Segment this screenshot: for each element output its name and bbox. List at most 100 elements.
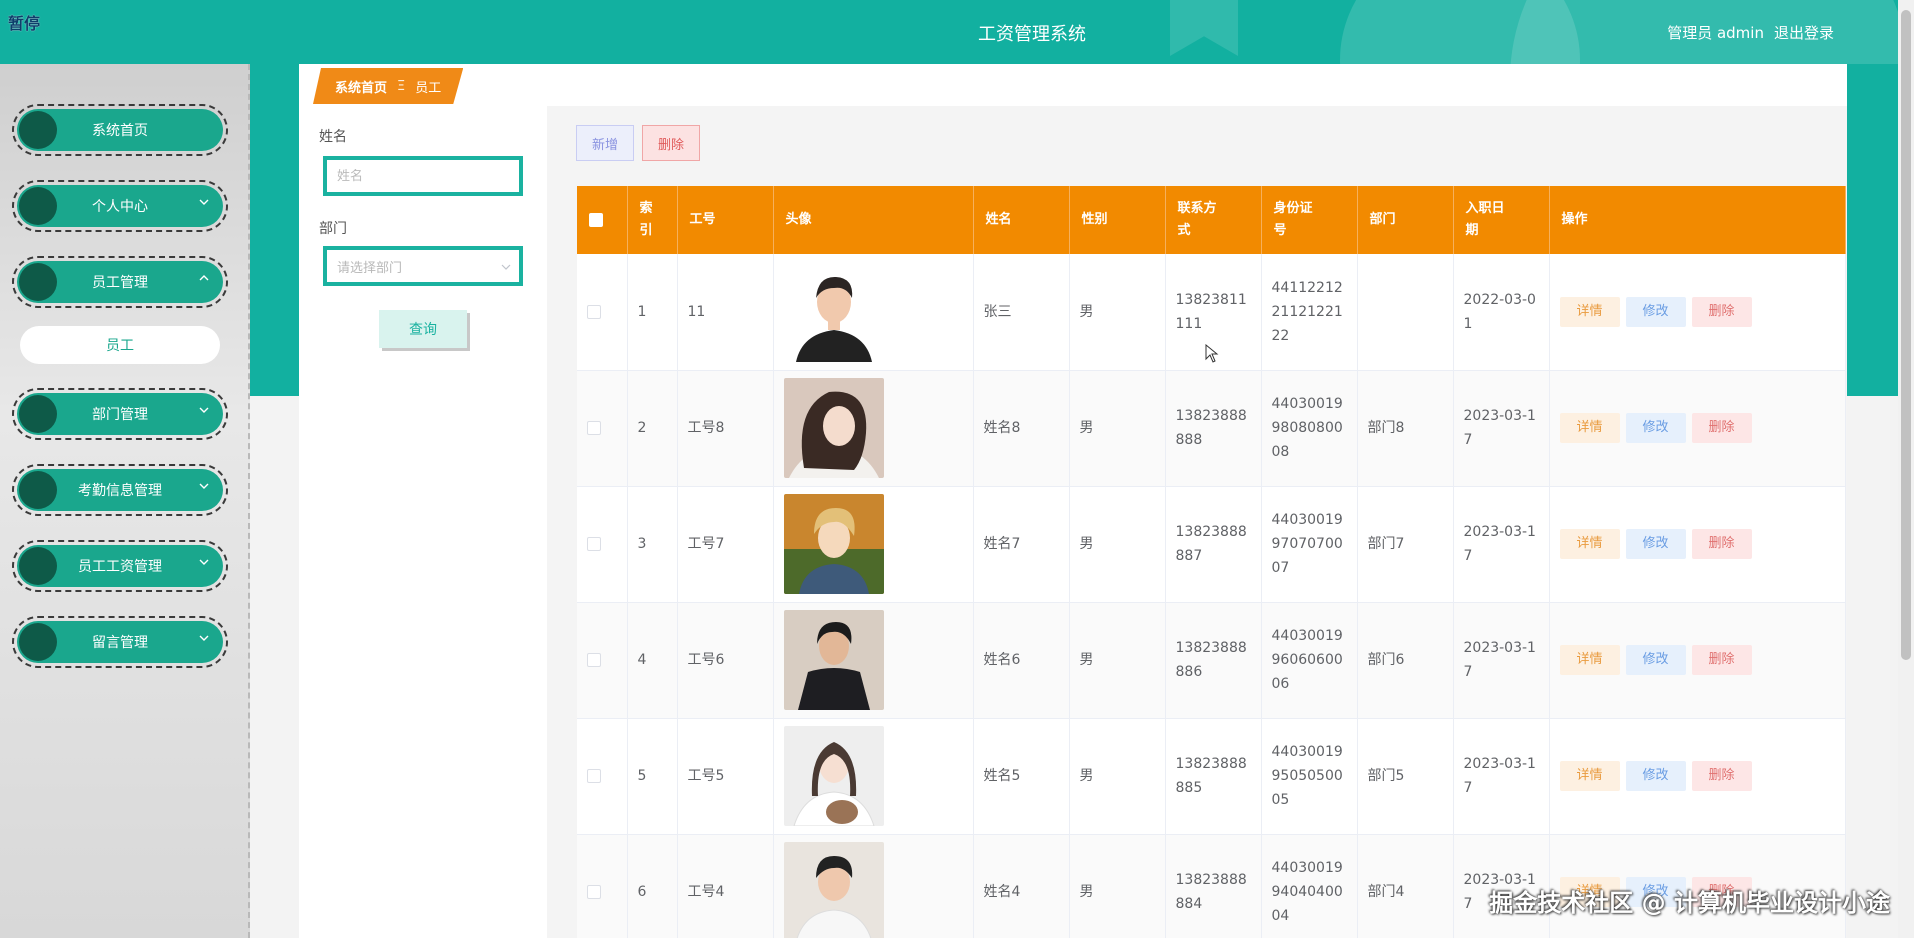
cell-name: 张三 — [973, 254, 1070, 371]
row-checkbox[interactable] — [587, 421, 601, 435]
cell-hire-date: 2023-03-17 — [1453, 370, 1550, 487]
cell-gender: 男 — [1069, 370, 1166, 487]
sidebar-item-label: 个人中心 — [92, 199, 148, 215]
cell-name: 姓名8 — [973, 370, 1070, 487]
page-scrollbar[interactable] — [1898, 0, 1914, 938]
delete-button[interactable]: 删除 — [1691, 645, 1752, 675]
menu-dot-icon — [19, 623, 57, 661]
cell-id-card: 441122122112122122 — [1261, 254, 1358, 371]
cell-gender: 男 — [1069, 254, 1166, 371]
cell-hire-date: 2023-03-17 — [1453, 718, 1550, 835]
column-header-index: 索 引 — [627, 186, 678, 254]
edit-button[interactable]: 修改 — [1625, 529, 1686, 559]
department-select[interactable]: 请选择部门 — [323, 246, 523, 286]
sidebar-item-department-management[interactable]: 部门管理 — [12, 388, 228, 440]
cell-avatar — [773, 718, 974, 835]
chevron-down-icon — [199, 559, 209, 565]
cell-name: 姓名6 — [973, 602, 1070, 719]
row-checkbox[interactable] — [587, 537, 601, 551]
mouse-cursor-icon — [1205, 344, 1219, 363]
row-checkbox[interactable] — [587, 769, 601, 783]
delete-button[interactable]: 删除 — [1691, 413, 1752, 443]
sidebar-item-employee-management[interactable]: 员工管理 — [12, 256, 228, 308]
cell-phone: 13823888885 — [1165, 718, 1262, 835]
cell-gender: 男 — [1069, 718, 1166, 835]
row-checkbox[interactable] — [587, 885, 601, 899]
detail-button[interactable]: 详情 — [1559, 529, 1620, 559]
table-row: 3 工号7 姓名7 男 13823888887 4403001997070700… — [577, 486, 1846, 603]
chevron-up-icon — [199, 275, 209, 281]
cell-phone: 13823888887 — [1165, 486, 1262, 603]
cell-department: 部门8 — [1357, 370, 1454, 487]
name-search-input[interactable] — [337, 168, 497, 184]
edit-button[interactable]: 修改 — [1625, 296, 1686, 327]
app-title: 工资管理系统 — [978, 24, 1086, 45]
detail-button[interactable]: 详情 — [1559, 645, 1620, 675]
logout-button[interactable]: 退出登录 — [1774, 22, 1834, 43]
cell-department: 部门5 — [1357, 718, 1454, 835]
cell-index: 5 — [627, 718, 678, 835]
user-info: 管理员 admin 退出登录 — [1667, 22, 1834, 43]
cell-actions: 详情 修改 删除 — [1549, 254, 1846, 371]
chevron-down-icon — [199, 407, 209, 413]
row-checkbox[interactable] — [587, 653, 601, 667]
sidebar-item-home[interactable]: 系统首页 — [12, 104, 228, 156]
column-header-phone: 联系方 式 — [1165, 186, 1262, 254]
cell-emp-no: 工号4 — [677, 834, 774, 938]
query-button[interactable]: 查询 — [379, 310, 467, 348]
detail-button[interactable]: 详情 — [1559, 413, 1620, 443]
sidebar-subitem-employee[interactable]: 员工 — [20, 326, 220, 364]
add-button[interactable]: 新增 — [576, 125, 634, 161]
cell-avatar — [773, 486, 974, 603]
detail-button[interactable]: 详情 — [1559, 296, 1620, 327]
edit-button[interactable]: 修改 — [1625, 761, 1686, 791]
sidebar-item-message-management[interactable]: 留言管理 — [12, 616, 228, 668]
cell-gender: 男 — [1069, 486, 1166, 603]
avatar — [783, 378, 884, 478]
sidebar-item-label: 员工管理 — [92, 275, 148, 291]
edit-button[interactable]: 修改 — [1625, 645, 1686, 675]
scrollbar-thumb[interactable] — [1901, 10, 1911, 660]
cell-actions: 详情 修改 删除 — [1549, 718, 1846, 835]
cell-id-card: 440300199707070007 — [1261, 486, 1358, 603]
menu-dot-icon — [19, 111, 57, 149]
cell-department — [1357, 254, 1454, 371]
cell-id-card: 440300199808080008 — [1261, 370, 1358, 487]
chevron-down-icon — [199, 483, 209, 489]
avatar — [783, 726, 884, 826]
select-all-header[interactable] — [577, 186, 628, 254]
edit-button[interactable]: 修改 — [1625, 413, 1686, 443]
column-header-department: 部门 — [1357, 186, 1454, 254]
sidebar-item-personal-center[interactable]: 个人中心 — [12, 180, 228, 232]
delete-button[interactable]: 删除 — [1691, 296, 1752, 327]
breadcrumb-home-link[interactable]: 系统首页 — [335, 77, 387, 96]
cell-emp-no: 11 — [677, 254, 774, 371]
batch-delete-button[interactable]: 删除 — [642, 125, 700, 161]
cell-id-card: 440300199404040004 — [1261, 834, 1358, 938]
column-header-actions: 操作 — [1549, 186, 1846, 254]
cell-department: 部门4 — [1357, 834, 1454, 938]
cell-emp-no: 工号6 — [677, 602, 774, 719]
cell-avatar — [773, 834, 974, 938]
cell-avatar — [773, 602, 974, 719]
pause-overlay-label: 暂停 — [8, 14, 41, 33]
cell-phone: 13823888888 — [1165, 370, 1262, 487]
cell-hire-date: 2023-03-17 — [1453, 602, 1550, 719]
cell-actions: 详情 修改 删除 — [1549, 602, 1846, 719]
employee-table: 索 引 工号 头像 姓名 性别 联系方 式 身份证 号 部门 入职日 期 操作 … — [577, 186, 1846, 938]
cell-hire-date: 2023-03-17 — [1453, 486, 1550, 603]
detail-button[interactable]: 详情 — [1559, 761, 1620, 791]
delete-button[interactable]: 删除 — [1691, 761, 1752, 791]
current-user-label: 管理员 admin — [1667, 24, 1764, 42]
select-all-checkbox[interactable] — [589, 212, 603, 227]
cell-hire-date: 2022-03-01 — [1453, 254, 1550, 371]
sidebar-item-label: 留言管理 — [92, 635, 148, 651]
menu-dot-icon — [19, 263, 57, 301]
menu-dot-icon — [19, 547, 57, 585]
sidebar-item-attendance-management[interactable]: 考勤信息管理 — [12, 464, 228, 516]
row-checkbox[interactable] — [587, 304, 601, 319]
table-row: 5 工号5 姓名5 男 13823888885 4403001995050500… — [577, 718, 1846, 835]
table-row: 2 工号8 姓名8 男 13823888888 4403001998080800… — [577, 370, 1846, 487]
sidebar-item-salary-management[interactable]: 员工工资管理 — [12, 540, 228, 592]
delete-button[interactable]: 删除 — [1691, 529, 1752, 559]
